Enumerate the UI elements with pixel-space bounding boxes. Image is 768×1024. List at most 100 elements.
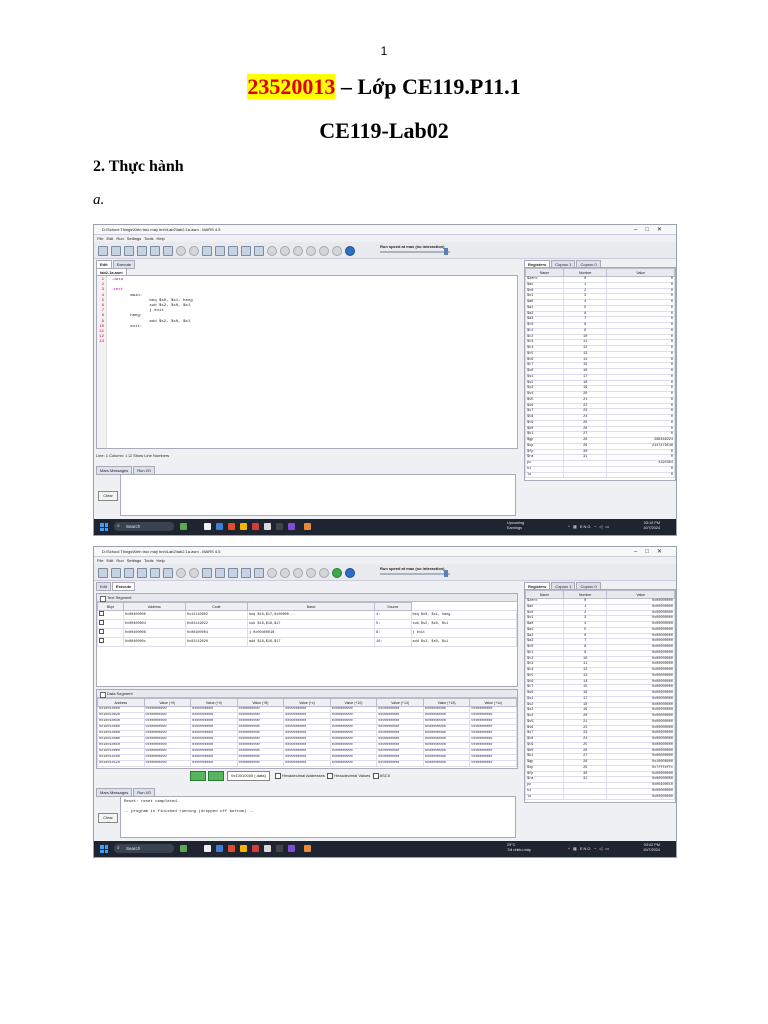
app-icon[interactable]	[216, 523, 223, 530]
window-controls[interactable]: –□✕	[634, 226, 670, 233]
slider-knob[interactable]	[444, 248, 448, 255]
messages-area[interactable]	[120, 474, 516, 516]
toolbar-button-icon[interactable]	[163, 246, 173, 256]
menu-item[interactable]: File	[97, 236, 103, 241]
app-icon[interactable]	[240, 845, 247, 852]
app-icon[interactable]	[304, 845, 311, 852]
app-icon[interactable]	[180, 523, 187, 530]
toolbar-button-icon[interactable]	[345, 568, 355, 578]
toolbar-button-icon[interactable]	[150, 568, 160, 578]
app-icon[interactable]	[264, 523, 271, 530]
table-row[interactable]: 0x00400004 0x02119022 sub $18,$16,$17 5: sub…	[97, 619, 518, 629]
menu-item[interactable]: Run	[116, 558, 123, 563]
app-icon[interactable]	[204, 845, 211, 852]
toolbar-button-icon[interactable]	[293, 568, 303, 578]
window-controls[interactable]: –□✕	[634, 548, 670, 555]
toolbar-button-icon[interactable]	[332, 568, 342, 578]
menu-item[interactable]: Help	[157, 236, 165, 241]
toolbar-button-icon[interactable]	[137, 568, 147, 578]
toolbar-button-icon[interactable]	[176, 568, 186, 578]
toolbar-button-icon[interactable]	[98, 568, 108, 578]
table-row[interactable]: 0x00400008 0x08100004 j 0x00400010 6: j exit	[97, 628, 518, 638]
app-icon[interactable]	[276, 523, 283, 530]
system-tray[interactable]: ^ ▦ ENG ◔ ◁ ▭	[568, 524, 610, 529]
app-icon[interactable]	[288, 845, 295, 852]
hex-values-checkbox[interactable]	[327, 773, 334, 779]
table-row[interactable]: 0x00400000 0x12110002 beq $16,$17,0x00000.…	[97, 610, 518, 620]
breakpoint-checkbox[interactable]	[97, 637, 124, 647]
toolbar-button-icon[interactable]	[189, 568, 199, 578]
menu-item[interactable]: Edit	[106, 558, 113, 563]
ascii-checkbox[interactable]	[372, 773, 379, 779]
taskbar-search[interactable]: ⌕ Search	[114, 844, 174, 853]
toolbar-button-icon[interactable]	[150, 246, 160, 256]
app-icon[interactable]	[240, 523, 247, 530]
toolbar-button-icon[interactable]	[202, 246, 212, 256]
toolbar-button-icon[interactable]	[215, 568, 225, 578]
toolbar-button-icon[interactable]	[319, 246, 329, 256]
taskbar-search[interactable]: ⌕ Search	[114, 522, 174, 531]
toolbar-button-icon[interactable]	[319, 568, 329, 578]
app-icon[interactable]	[276, 845, 283, 852]
windows-start-icon[interactable]	[100, 845, 108, 853]
toolbar-button-icon[interactable]	[280, 246, 290, 256]
messages-area[interactable]: Reset: reset completed. -- program is fin…	[120, 796, 516, 838]
toolbar-button-icon[interactable]	[332, 246, 342, 256]
code-text[interactable]: .data .text main: beq $s0, $s1, hang sub …	[111, 278, 193, 345]
toolbar-button-icon[interactable]	[293, 246, 303, 256]
prev-arrow-icon[interactable]	[190, 771, 206, 781]
toolbar-button-icon[interactable]	[345, 246, 355, 256]
toolbar-button-icon[interactable]	[280, 568, 290, 578]
toolbar-button-icon[interactable]	[163, 568, 173, 578]
system-tray[interactable]: ^ ▦ ENG ◔ ◁ ▭	[568, 846, 610, 851]
toolbar-button-icon[interactable]	[124, 568, 134, 578]
toolbar-button-icon[interactable]	[306, 246, 316, 256]
toolbar-button-icon[interactable]	[137, 246, 147, 256]
toolbar-button-icon[interactable]	[306, 568, 316, 578]
run-speed-slider[interactable]	[380, 248, 450, 255]
code-line[interactable]	[111, 340, 193, 345]
clear-button[interactable]: Clear	[98, 813, 118, 823]
toolbar-button-icon[interactable]	[254, 568, 264, 578]
next-arrow-icon[interactable]	[208, 771, 224, 781]
menu-item[interactable]: Settings	[127, 236, 141, 241]
toolbar-button-icon[interactable]	[176, 246, 186, 256]
slider-knob[interactable]	[444, 570, 448, 577]
app-icon[interactable]	[180, 845, 187, 852]
toolbar-button-icon[interactable]	[111, 568, 121, 578]
toolbar-button-icon[interactable]	[202, 568, 212, 578]
breakpoint-checkbox[interactable]	[97, 619, 124, 629]
menu-item[interactable]: Edit	[106, 236, 113, 241]
menu-item[interactable]: Tools	[144, 236, 153, 241]
table-row[interactable]: 0x0040000c 0x02119020 add $18,$16,$17 10: ad…	[97, 637, 518, 647]
clear-button[interactable]: Clear	[98, 491, 118, 501]
toolbar-button-icon[interactable]	[241, 568, 251, 578]
app-icon[interactable]	[228, 845, 235, 852]
clock[interactable]: 03:10 PM 10/7/2024	[643, 521, 660, 531]
toolbar-button-icon[interactable]	[189, 246, 199, 256]
app-icon[interactable]	[204, 523, 211, 530]
toolbar-button-icon[interactable]	[124, 246, 134, 256]
clock[interactable]: 03:02 PM 10/7/2024	[643, 843, 660, 853]
menu-item[interactable]: Tools	[144, 558, 153, 563]
app-icon[interactable]	[304, 523, 311, 530]
tab-edit[interactable]: Edit	[96, 582, 111, 591]
hex-addresses-checkbox[interactable]	[274, 773, 281, 779]
tab-execute[interactable]: Execute	[111, 582, 136, 591]
toolbar-button-icon[interactable]	[111, 246, 121, 256]
menu-item[interactable]: Run	[116, 236, 123, 241]
code-line[interactable]: add $s2, $s0, $s1	[111, 320, 193, 325]
toolbar-button-icon[interactable]	[267, 568, 277, 578]
code-editor[interactable]: 1 2 3 4 5 6 7 8 9 10 11 12 13 .data .text main: beq $…	[96, 275, 518, 449]
app-icon[interactable]	[216, 845, 223, 852]
weather-widget[interactable]: 29°C Tối nhiều mây	[507, 843, 531, 853]
toolbar-button-icon[interactable]	[98, 246, 108, 256]
weather-widget[interactable]: Upcoming Earnings	[507, 521, 524, 531]
app-icon[interactable]	[228, 523, 235, 530]
toolbar-button-icon[interactable]	[267, 246, 277, 256]
app-icon[interactable]	[264, 845, 271, 852]
toolbar-button-icon[interactable]	[215, 246, 225, 256]
app-icon[interactable]	[288, 523, 295, 530]
toolbar-button-icon[interactable]	[254, 246, 264, 256]
menu-item[interactable]: Settings	[127, 558, 141, 563]
